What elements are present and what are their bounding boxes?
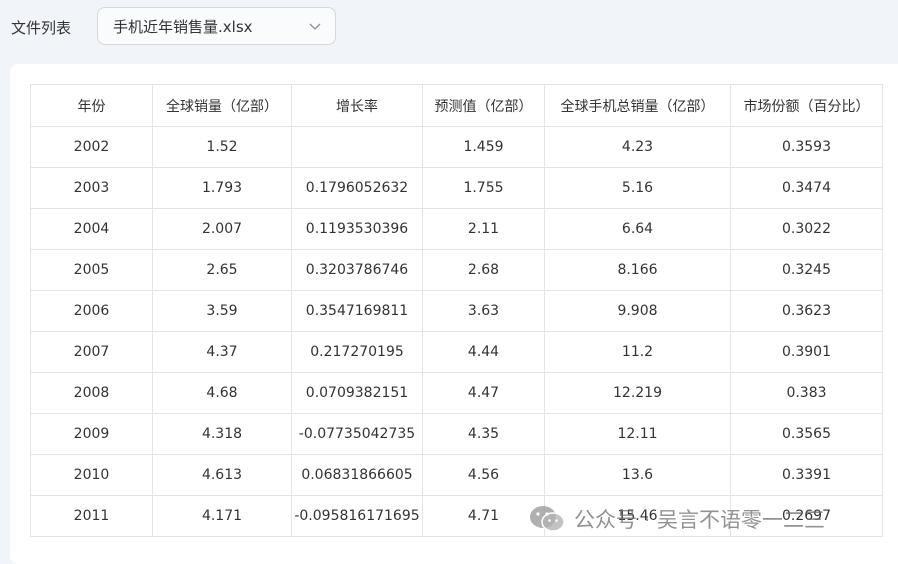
- cell-global-sales[interactable]: 4.171: [152, 495, 292, 537]
- cell-market-share[interactable]: 0.3245: [730, 249, 883, 291]
- cell-year[interactable]: 2006: [30, 290, 153, 332]
- cell-forecast[interactable]: 4.35: [422, 413, 545, 455]
- cell-year[interactable]: 2003: [30, 167, 153, 209]
- cell-year[interactable]: 2002: [30, 126, 153, 168]
- cell-year[interactable]: 2009: [30, 413, 153, 455]
- cell-growth-rate[interactable]: -0.07735042735: [291, 413, 423, 455]
- cell-global-sales[interactable]: 4.68: [152, 372, 292, 414]
- table-row: 2002 1.52 1.459 4.23 0.3593: [30, 126, 883, 168]
- cell-total-sales[interactable]: 5.16: [544, 167, 731, 209]
- table-row: 2004 2.007 0.1193530396 2.11 6.64 0.3022: [30, 208, 883, 250]
- cell-growth-rate[interactable]: 0.0709382151: [291, 372, 423, 414]
- cell-global-sales[interactable]: 4.37: [152, 331, 292, 373]
- cell-market-share[interactable]: 0.2697: [730, 495, 883, 537]
- cell-total-sales[interactable]: 13.6: [544, 454, 731, 496]
- cell-growth-rate[interactable]: 0.06831866605: [291, 454, 423, 496]
- cell-global-sales[interactable]: 1.793: [152, 167, 292, 209]
- cell-year[interactable]: 2010: [30, 454, 153, 496]
- cell-forecast[interactable]: 2.11: [422, 208, 545, 250]
- cell-forecast[interactable]: 4.44: [422, 331, 545, 373]
- column-header-total-sales[interactable]: 全球手机总销量（亿部）: [544, 84, 731, 127]
- table-row: 2011 4.171 -0.095816171695 4.71 15.46 0.2697: [30, 495, 883, 537]
- column-header-global-sales[interactable]: 全球销量（亿部）: [152, 84, 292, 127]
- cell-total-sales[interactable]: 12.11: [544, 413, 731, 455]
- cell-global-sales[interactable]: 3.59: [152, 290, 292, 332]
- cell-total-sales[interactable]: 8.166: [544, 249, 731, 291]
- table-row: 2008 4.68 0.0709382151 4.47 12.219 0.383: [30, 372, 883, 414]
- cell-forecast[interactable]: 4.56: [422, 454, 545, 496]
- table-row: 2010 4.613 0.06831866605 4.56 13.6 0.3391: [30, 454, 883, 496]
- cell-forecast[interactable]: 4.47: [422, 372, 545, 414]
- table-row: 2007 4.37 0.217270195 4.44 11.2 0.3901: [30, 331, 883, 373]
- table-row: 2003 1.793 0.1796052632 1.755 5.16 0.3474: [30, 167, 883, 209]
- cell-forecast[interactable]: 3.63: [422, 290, 545, 332]
- cell-market-share[interactable]: 0.383: [730, 372, 883, 414]
- cell-forecast[interactable]: 4.71: [422, 495, 545, 537]
- cell-year[interactable]: 2004: [30, 208, 153, 250]
- column-header-growth-rate[interactable]: 增长率: [291, 84, 423, 127]
- file-list-label: 文件列表: [11, 19, 72, 37]
- cell-growth-rate[interactable]: 0.217270195: [291, 331, 423, 373]
- cell-growth-rate[interactable]: 0.1193530396: [291, 208, 423, 250]
- cell-forecast[interactable]: 1.459: [422, 126, 545, 168]
- cell-year[interactable]: 2008: [30, 372, 153, 414]
- cell-total-sales[interactable]: 9.908: [544, 290, 731, 332]
- file-select-dropdown[interactable]: 手机近年销售量.xlsx: [97, 7, 336, 45]
- cell-growth-rate[interactable]: 0.1796052632: [291, 167, 423, 209]
- cell-forecast[interactable]: 2.68: [422, 249, 545, 291]
- cell-total-sales[interactable]: 4.23: [544, 126, 731, 168]
- cell-market-share[interactable]: 0.3022: [730, 208, 883, 250]
- cell-year[interactable]: 2005: [30, 249, 153, 291]
- chevron-down-icon: [309, 23, 321, 30]
- cell-total-sales[interactable]: 6.64: [544, 208, 731, 250]
- cell-market-share[interactable]: 0.3901: [730, 331, 883, 373]
- cell-growth-rate[interactable]: 0.3203786746: [291, 249, 423, 291]
- cell-year[interactable]: 2007: [30, 331, 153, 373]
- cell-market-share[interactable]: 0.3623: [730, 290, 883, 332]
- cell-total-sales[interactable]: 11.2: [544, 331, 731, 373]
- cell-global-sales[interactable]: 4.318: [152, 413, 292, 455]
- cell-market-share[interactable]: 0.3565: [730, 413, 883, 455]
- cell-global-sales[interactable]: 2.007: [152, 208, 292, 250]
- cell-market-share[interactable]: 0.3391: [730, 454, 883, 496]
- cell-growth-rate[interactable]: [291, 126, 423, 168]
- column-header-year[interactable]: 年份: [30, 84, 153, 127]
- cell-market-share[interactable]: 0.3474: [730, 167, 883, 209]
- cell-growth-rate[interactable]: 0.3547169811: [291, 290, 423, 332]
- data-table: 年份 全球销量（亿部） 增长率 预测值（亿部） 全球手机总销量（亿部） 市场份额…: [30, 84, 883, 537]
- cell-global-sales[interactable]: 2.65: [152, 249, 292, 291]
- file-select-value: 手机近年销售量.xlsx: [113, 18, 253, 36]
- cell-global-sales[interactable]: 1.52: [152, 126, 292, 168]
- cell-market-share[interactable]: 0.3593: [730, 126, 883, 168]
- cell-total-sales[interactable]: 15.46: [544, 495, 731, 537]
- table-row: 2006 3.59 0.3547169811 3.63 9.908 0.3623: [30, 290, 883, 332]
- table-row: 2005 2.65 0.3203786746 2.68 8.166 0.3245: [30, 249, 883, 291]
- cell-global-sales[interactable]: 4.613: [152, 454, 292, 496]
- cell-growth-rate[interactable]: -0.095816171695: [291, 495, 423, 537]
- column-header-forecast[interactable]: 预测值（亿部）: [422, 84, 545, 127]
- table-row: 2009 4.318 -0.07735042735 4.35 12.11 0.3565: [30, 413, 883, 455]
- cell-year[interactable]: 2011: [30, 495, 153, 537]
- column-header-market-share[interactable]: 市场份额（百分比）: [730, 84, 883, 127]
- table-header-row: 年份 全球销量（亿部） 增长率 预测值（亿部） 全球手机总销量（亿部） 市场份额…: [30, 84, 883, 127]
- cell-forecast[interactable]: 1.755: [422, 167, 545, 209]
- cell-total-sales[interactable]: 12.219: [544, 372, 731, 414]
- top-bar: 文件列表 手机近年销售量.xlsx: [0, 0, 898, 62]
